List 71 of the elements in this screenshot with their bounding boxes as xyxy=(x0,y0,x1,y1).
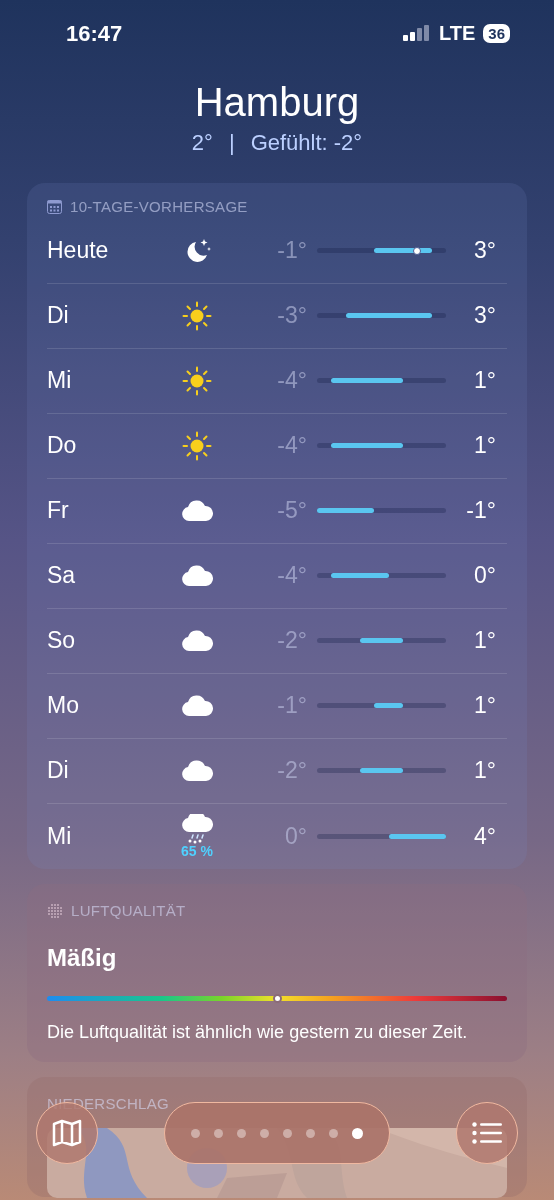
temperature-range-bar xyxy=(331,378,403,383)
page-dot[interactable] xyxy=(191,1128,200,1138)
page-dot[interactable] xyxy=(329,1128,338,1138)
temperature-range-bar xyxy=(317,508,375,513)
list-icon xyxy=(472,1122,502,1144)
day-label: Mo xyxy=(47,691,80,721)
low-temperature: -5° xyxy=(276,496,308,526)
separator: | xyxy=(228,129,235,157)
low-temperature: -4° xyxy=(276,561,308,591)
low-temperature: -4° xyxy=(276,366,308,396)
page-dot[interactable] xyxy=(214,1128,223,1138)
calendar-icon xyxy=(47,200,62,215)
cloud-icon xyxy=(181,499,213,522)
sun-icon xyxy=(182,365,212,396)
cloud-icon xyxy=(181,759,213,782)
high-temperature: 0° xyxy=(473,561,496,591)
city-name: Hamburg xyxy=(193,79,361,126)
sun-icon xyxy=(182,430,212,461)
high-temperature: 3° xyxy=(473,301,496,331)
high-temperature: 1° xyxy=(473,626,496,656)
low-temperature: -4° xyxy=(276,431,308,461)
network-label: LTE xyxy=(439,21,476,46)
feels-like-temperature: Gefühlt: -2° xyxy=(250,129,363,157)
cloud-icon xyxy=(181,564,213,587)
cloud-icon xyxy=(181,694,213,717)
page-dot[interactable] xyxy=(260,1128,269,1138)
temperature-range-bar xyxy=(360,638,403,643)
page-dot[interactable] xyxy=(283,1128,292,1138)
section-title: LUFTQUALITÄT xyxy=(71,900,186,921)
high-temperature: -1° xyxy=(465,496,496,526)
day-label: Mi xyxy=(47,821,73,851)
temperature-range-bar xyxy=(331,443,403,448)
low-temperature: -3° xyxy=(276,301,308,331)
air-particles-icon xyxy=(47,902,63,919)
page-dot[interactable] xyxy=(237,1128,246,1138)
battery-indicator: 36 xyxy=(483,23,510,43)
day-label: Di xyxy=(47,301,70,331)
page-dot[interactable] xyxy=(306,1128,315,1138)
precipitation-chance: 65 % xyxy=(181,844,213,858)
temperature-range-bar xyxy=(360,768,403,773)
day-label: Do xyxy=(47,431,78,461)
high-temperature: 4° xyxy=(473,821,496,851)
snow-cloud-icon xyxy=(181,814,213,844)
air-quality-rating: Mäßig xyxy=(46,943,118,973)
day-label: Sa xyxy=(47,561,77,591)
status-time: 16:47 xyxy=(66,19,123,48)
low-temperature: -2° xyxy=(276,626,308,656)
temperature-range-bar xyxy=(374,703,403,708)
high-temperature: 3° xyxy=(473,236,496,266)
sun-icon xyxy=(182,300,212,331)
signal-icon xyxy=(403,25,431,41)
low-temperature: -1° xyxy=(276,236,308,266)
day-label: Fr xyxy=(47,496,70,526)
page-dot[interactable] xyxy=(352,1127,363,1139)
day-label: Heute xyxy=(47,236,110,266)
high-temperature: 1° xyxy=(473,431,496,461)
section-title: 10-TAGE-VORHERSAGE xyxy=(70,197,248,217)
low-temperature: -1° xyxy=(276,691,308,721)
day-label: So xyxy=(47,626,77,656)
air-quality-description: Die Luftqualität ist ähnlich wie gestern zu dieser Zeit. xyxy=(46,1021,469,1044)
temperature-range-bar xyxy=(388,833,446,839)
high-temperature: 1° xyxy=(473,691,496,721)
section-title: NIEDERSCHLAG xyxy=(46,1094,170,1114)
day-label: Mi xyxy=(47,366,73,396)
high-temperature: 1° xyxy=(473,366,496,396)
high-temperature: 1° xyxy=(473,756,496,786)
cloud-icon xyxy=(181,629,213,652)
current-temperature: 2° xyxy=(191,129,213,157)
map-icon xyxy=(52,1119,82,1147)
temperature-range-bar xyxy=(331,573,389,578)
day-label: Di xyxy=(47,756,70,786)
